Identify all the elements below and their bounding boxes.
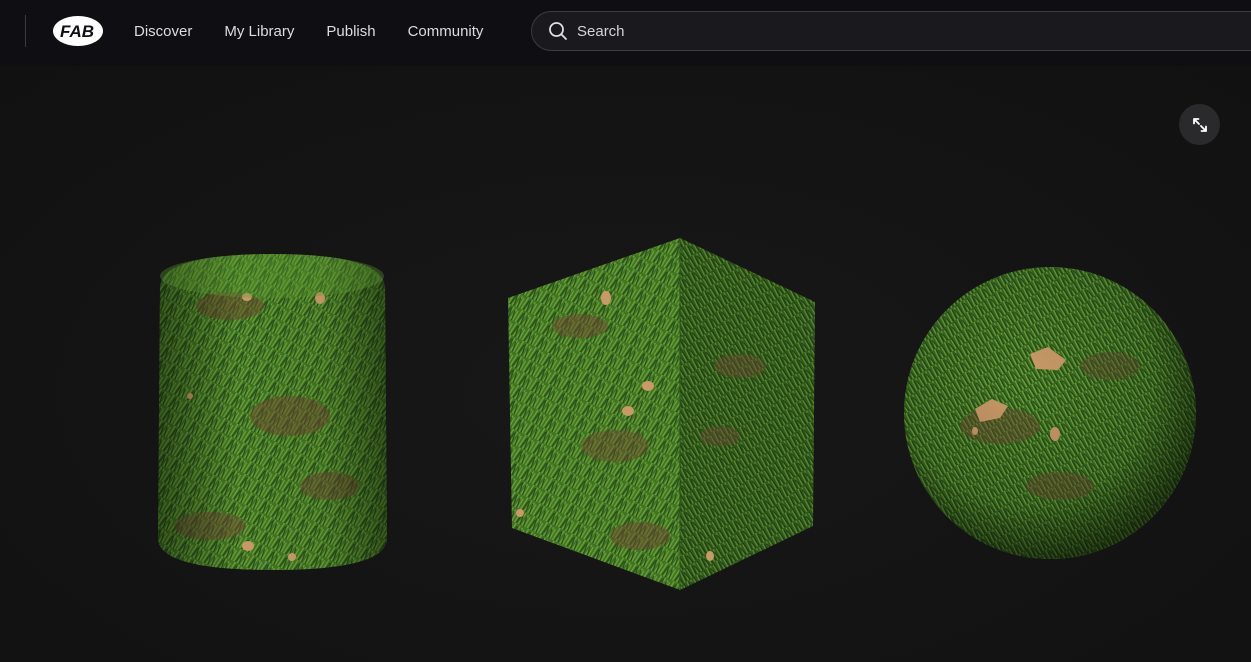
main-nav: Discover My Library Publish Community <box>134 0 515 62</box>
top-navigation-bar: FAB Discover My Library Publish Communit… <box>0 0 1251 66</box>
search-icon <box>548 21 568 41</box>
cube-preview <box>508 238 815 590</box>
nav-publish[interactable]: Publish <box>326 23 375 40</box>
fab-logo-icon: FAB <box>53 16 103 46</box>
header-divider <box>25 15 26 47</box>
nav-my-library[interactable]: My Library <box>224 23 294 40</box>
nav-community[interactable]: Community <box>408 23 484 40</box>
search-input[interactable]: Search <box>531 11 1251 51</box>
sphere-preview <box>904 267 1196 559</box>
fab-logo[interactable]: FAB <box>50 14 104 48</box>
expand-icon <box>1192 117 1207 132</box>
search-placeholder: Search <box>577 22 625 40</box>
material-preview-viewer[interactable] <box>0 66 1251 662</box>
fullscreen-button[interactable] <box>1179 104 1220 145</box>
cylinder-preview <box>158 254 387 570</box>
material-preview-canvas <box>158 238 1196 590</box>
logo-text: FAB <box>60 22 94 41</box>
nav-discover[interactable]: Discover <box>134 23 192 40</box>
